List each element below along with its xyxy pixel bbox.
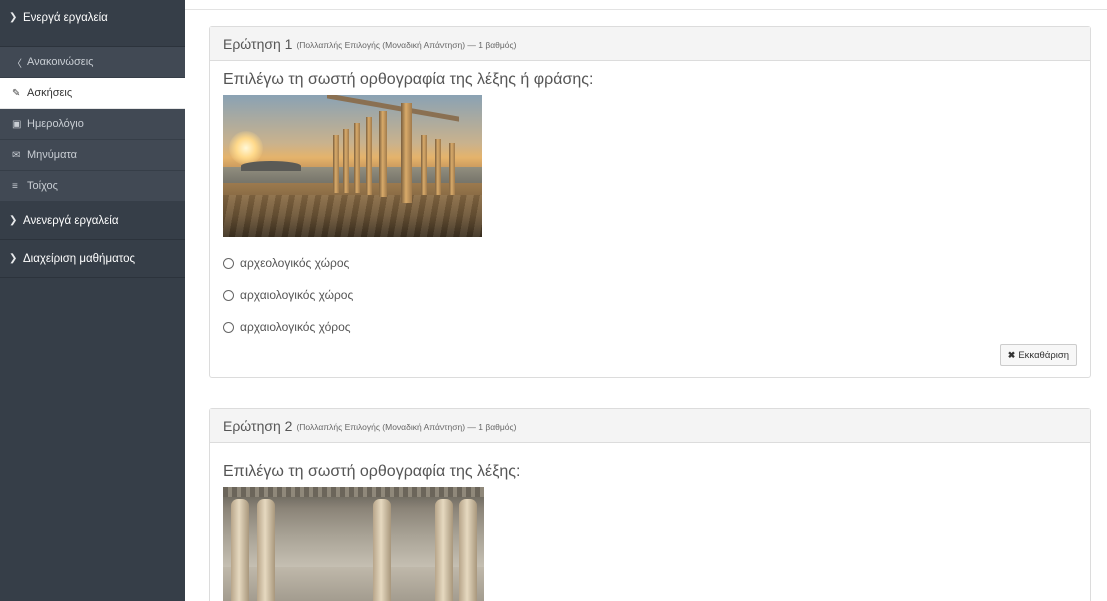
sidebar-item-announcements[interactable]: 〈 Ανακοινώσεις [0, 47, 185, 78]
sidebar-section-label: Ανενεργά εργαλεία [23, 214, 119, 227]
radio-button[interactable] [223, 257, 234, 269]
question-image-caryatids [223, 487, 484, 601]
bullhorn-icon: 〈 [12, 58, 22, 70]
question-meta: (Πολλαπλής Επιλογής (Μοναδική Απάντηση) … [296, 421, 517, 432]
sidebar-item-exercises[interactable]: ✎ Ασκήσεις [0, 78, 185, 109]
clear-button-label: Εκκαθάριση [1018, 349, 1069, 361]
sidebar-item-label: Τοίχος [27, 180, 58, 192]
sidebar-item-label: Ανακοινώσεις [27, 56, 94, 68]
question-image-temple [223, 95, 482, 237]
question-panel-2: Ερώτηση 2 (Πολλαπλής Επιλογής (Μοναδική … [209, 408, 1091, 601]
question-panel-1: Ερώτηση 1 (Πολλαπλής Επιλογής (Μοναδική … [209, 26, 1091, 378]
radio-button[interactable] [223, 321, 234, 333]
answer-option-3[interactable]: αρχαιολογικός χόρος [223, 311, 1077, 343]
sidebar-item-label: Ασκήσεις [27, 87, 73, 99]
answer-option-label: αρχαιολογικός χώρος [240, 288, 354, 302]
question-title: Ερώτηση 2 [223, 417, 293, 434]
question-text: Επιλέγω τη σωστή ορθογραφία της λέξης: [223, 463, 521, 480]
question-header: Ερώτηση 2 (Πολλαπλής Επιλογής (Μοναδική … [210, 409, 1090, 443]
main-content: Ερώτηση 1 (Πολλαπλής Επιλογής (Μοναδική … [185, 0, 1107, 601]
sidebar-item-label: Ημερολόγιο [27, 118, 84, 130]
edit-icon: ✎ [12, 87, 21, 99]
envelope-icon: ✉ [12, 149, 21, 161]
sidebar-section-active-tools[interactable]: ❯ Ενεργά εργαλεία [0, 0, 185, 47]
sidebar-item-wall[interactable]: ≡ Τοίχος [0, 171, 185, 202]
sidebar: ❯ Ενεργά εργαλεία 〈 Ανακοινώσεις ✎ Ασκήσ… [0, 0, 185, 601]
sidebar-item-label: Μηνύματα [27, 149, 78, 161]
sidebar-item-calendar[interactable]: ▣ Ημερολόγιο [0, 109, 185, 140]
answer-option-label: αρχαιολογικός χόρος [240, 320, 351, 334]
sidebar-section-label: Διαχείριση μαθήματος [23, 252, 136, 265]
answer-option-1[interactable]: αρχεολογικός χώρος [223, 247, 1077, 279]
chevron-right-icon: ❯ [9, 253, 18, 264]
sidebar-section-label: Ενεργά εργαλεία [23, 12, 108, 24]
question-header: Ερώτηση 1 (Πολλαπλής Επιλογής (Μοναδική … [210, 27, 1090, 61]
sidebar-section-course-admin[interactable]: ❯ Διαχείριση μαθήματος [0, 240, 185, 278]
chevron-down-icon: ❯ [9, 12, 18, 23]
question-meta: (Πολλαπλής Επιλογής (Μοναδική Απάντηση) … [296, 39, 517, 50]
close-icon: ✖ [1007, 349, 1016, 360]
clear-answer-button[interactable]: ✖ Εκκαθάριση [999, 344, 1077, 366]
answer-option-2[interactable]: αρχαιολογικός χώρος [223, 279, 1077, 311]
list-icon: ≡ [12, 180, 18, 192]
radio-button[interactable] [223, 289, 234, 301]
question-text: Επιλέγω τη σωστή ορθογραφία της λέξης ή … [223, 71, 594, 88]
answer-option-label: αρχεολογικός χώρος [240, 256, 350, 270]
calendar-icon: ▣ [12, 118, 22, 130]
question-title: Ερώτηση 1 [223, 35, 293, 52]
sidebar-item-messages[interactable]: ✉ Μηνύματα [0, 140, 185, 171]
sidebar-section-inactive-tools[interactable]: ❯ Ανενεργά εργαλεία [0, 202, 185, 240]
chevron-right-icon: ❯ [9, 215, 18, 226]
answer-options: αρχεολογικός χώρος αρχαιολογικός χώρος α… [223, 247, 1077, 343]
divider [185, 9, 1107, 10]
